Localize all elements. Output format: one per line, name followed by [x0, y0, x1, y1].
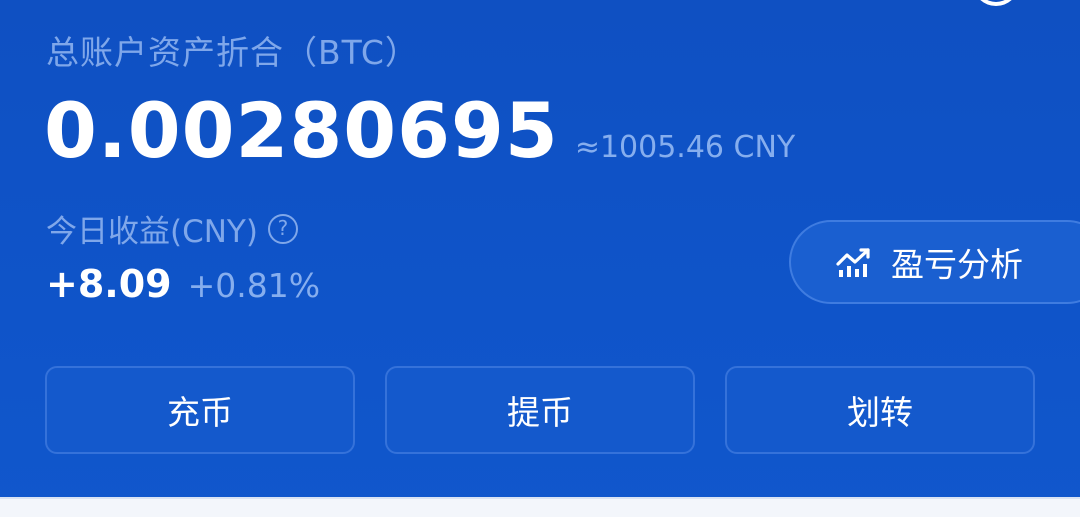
withdraw-button[interactable]: 提币 [385, 366, 695, 454]
deposit-label: 充币 [167, 393, 233, 432]
asset-overview-screen: 总账户资产折合（BTC） 0.00280695 ≈1005.46 CNY 今日收… [0, 0, 1080, 517]
bottom-panel-edge [0, 497, 1080, 517]
today-earnings-percent: +0.81% [187, 266, 321, 305]
today-earnings-label-row: 今日收益(CNY) ? [46, 206, 298, 251]
btc-balance: 0.00280695 [44, 86, 559, 175]
trend-chart-icon [836, 248, 870, 277]
top-right-icon[interactable] [974, 0, 1018, 6]
transfer-button[interactable]: 划转 [725, 366, 1035, 454]
deposit-button[interactable]: 充币 [45, 366, 355, 454]
pnl-analysis-label: 盈亏分析 [891, 245, 1023, 284]
total-assets-label: 总账户资产折合（BTC） [46, 33, 419, 72]
help-icon[interactable]: ? [267, 213, 298, 244]
cny-equivalent: ≈1005.46 CNY [574, 130, 796, 165]
today-earnings-label: 今日收益(CNY) [46, 214, 258, 250]
today-earnings-row: +8.09 +0.81% [46, 262, 320, 306]
withdraw-label: 提币 [507, 393, 573, 432]
today-earnings-value: +8.09 [46, 262, 172, 306]
transfer-label: 划转 [847, 393, 913, 432]
pnl-analysis-button[interactable]: 盈亏分析 [789, 220, 1080, 304]
balance-row: 0.00280695 ≈1005.46 CNY [44, 86, 795, 175]
